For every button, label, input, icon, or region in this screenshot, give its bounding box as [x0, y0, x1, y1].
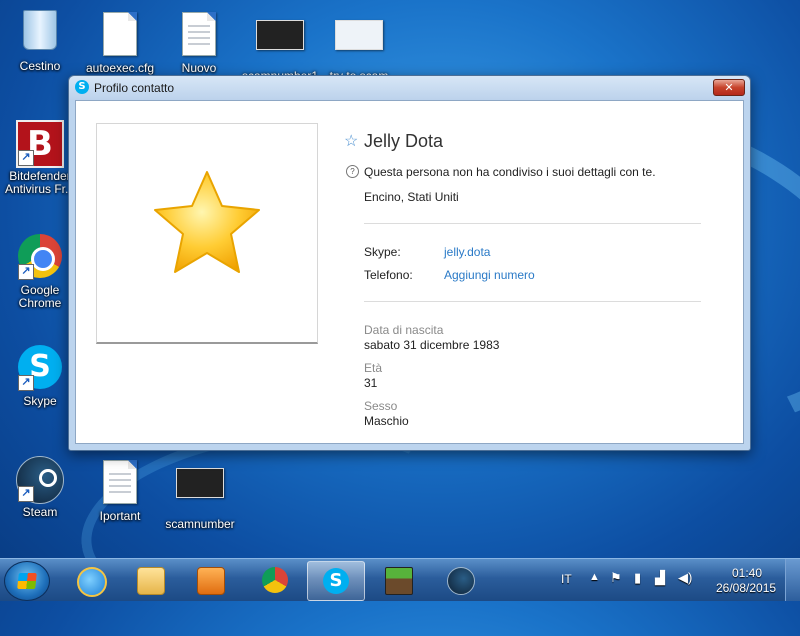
- window-titlebar[interactable]: S Profilo contatto ✕: [69, 76, 750, 100]
- file-explorer-icon: [137, 567, 165, 595]
- image-thumbnail-icon: [256, 20, 304, 66]
- desktop-icon-label: Nuovo: [181, 61, 217, 75]
- show-hidden-icons-icon[interactable]: ▲: [589, 571, 600, 613]
- text-file-icon: [96, 12, 144, 58]
- shortcut-arrow-icon: ↗: [18, 150, 34, 166]
- taskbar-internet-explorer[interactable]: [62, 561, 118, 599]
- birth-value: sabato 31 dicembre 1983: [364, 338, 500, 352]
- taskbar: S IT ▲ ⚑ ▮ ▟ ◀) 01:40 26/08/2015: [0, 558, 800, 601]
- close-icon: ✕: [724, 81, 734, 94]
- action-center-flag-icon[interactable]: ⚑: [610, 570, 622, 612]
- volume-icon[interactable]: ◀): [678, 570, 692, 612]
- bitdefender-icon: B ↗: [16, 120, 64, 168]
- skype-icon: S ↗: [16, 345, 64, 391]
- shortcut-arrow-icon: ↗: [18, 264, 34, 280]
- steam-icon: [447, 567, 475, 595]
- contact-profile-window: S Profilo contatto ✕ ☆ Jelly Dota ? Ques…: [68, 75, 751, 451]
- desktop-icon-label: Steam: [22, 505, 58, 519]
- contact-name: Jelly Dota: [364, 131, 444, 151]
- skype-icon: S: [323, 568, 349, 594]
- privacy-note: Questa persona non ha condiviso i suoi d…: [364, 165, 656, 179]
- profile-picture: [96, 123, 318, 344]
- profile-content: ☆ Jelly Dota ? Questa persona non ha con…: [75, 100, 744, 444]
- windows-logo-icon: [17, 573, 37, 589]
- minecraft-icon: [385, 567, 413, 595]
- taskbar-minecraft[interactable]: [370, 561, 426, 599]
- chrome-icon: [262, 567, 288, 593]
- desktop-icon-label: scamnumber: [165, 517, 235, 531]
- divider: [364, 223, 701, 224]
- skype-label: Skype:: [364, 245, 401, 259]
- desktop-icon-autoexec[interactable]: autoexec.cfg: [80, 10, 160, 75]
- location: Encino, Stati Uniti: [364, 190, 459, 204]
- favorite-star-icon[interactable]: ☆: [344, 131, 358, 151]
- power-icon[interactable]: ▮: [634, 570, 641, 612]
- image-thumbnail-icon: [335, 20, 383, 66]
- add-number-link[interactable]: Aggiungi numero: [444, 268, 535, 282]
- desktop-icon-try-to-scam[interactable]: try to scam: [319, 10, 399, 83]
- phone-label: Telefono:: [364, 268, 413, 282]
- taskbar-skype[interactable]: S: [307, 561, 365, 601]
- shortcut-arrow-icon: ↗: [18, 486, 34, 502]
- network-icon[interactable]: ▟: [655, 570, 665, 612]
- divider: [364, 301, 701, 302]
- media-player-icon: [197, 567, 225, 595]
- text-file-icon: [175, 12, 223, 58]
- desktop-icon-steam[interactable]: ↗ Steam: [0, 456, 80, 519]
- desktop-icon-label: Iportant: [99, 509, 141, 523]
- skype-name-link[interactable]: jelly.dota: [444, 245, 490, 259]
- favorite-star-avatar-icon: [154, 171, 260, 273]
- desktop-icon-scamnumber1[interactable]: scamnumber1: [240, 10, 320, 83]
- age-label: Età: [364, 361, 383, 375]
- taskbar-media-player[interactable]: [182, 561, 238, 599]
- close-button[interactable]: ✕: [713, 79, 745, 96]
- recycle-bin-icon: [16, 10, 64, 56]
- desktop-icon-nuovo[interactable]: Nuovo: [159, 10, 239, 75]
- desktop-icon-recycle-bin[interactable]: Cestino: [0, 6, 80, 73]
- steam-icon: ↗: [16, 456, 64, 504]
- text-file-icon: [96, 460, 144, 506]
- desktop-icon-label: Google Chrome: [18, 283, 62, 310]
- question-icon: ?: [346, 165, 359, 178]
- age-value: 31: [364, 376, 378, 390]
- taskbar-steam[interactable]: [432, 561, 488, 599]
- start-button[interactable]: [4, 561, 50, 601]
- clock-date[interactable]: 26/08/2015: [716, 581, 776, 623]
- skype-icon: S: [75, 80, 89, 94]
- show-desktop-button[interactable]: [785, 559, 800, 601]
- taskbar-file-explorer[interactable]: [122, 561, 178, 599]
- desktop-icon-label: Cestino: [19, 59, 61, 73]
- window-title: Profilo contatto: [94, 81, 175, 95]
- sex-value: Maschio: [364, 414, 409, 428]
- chrome-icon: ↗: [16, 234, 64, 280]
- taskbar-chrome[interactable]: [247, 561, 303, 599]
- internet-explorer-icon: [77, 567, 107, 597]
- desktop-icon-scamnumber[interactable]: scamnumber: [160, 458, 240, 531]
- birth-label: Data di nascita: [364, 323, 444, 337]
- desktop-icon-iportant[interactable]: Iportant: [80, 458, 160, 523]
- desktop-icon-label: autoexec.cfg: [85, 61, 155, 75]
- sex-label: Sesso: [364, 399, 398, 413]
- shortcut-arrow-icon: ↗: [18, 375, 34, 391]
- language-indicator[interactable]: IT: [561, 572, 572, 614]
- image-thumbnail-icon: [176, 468, 224, 514]
